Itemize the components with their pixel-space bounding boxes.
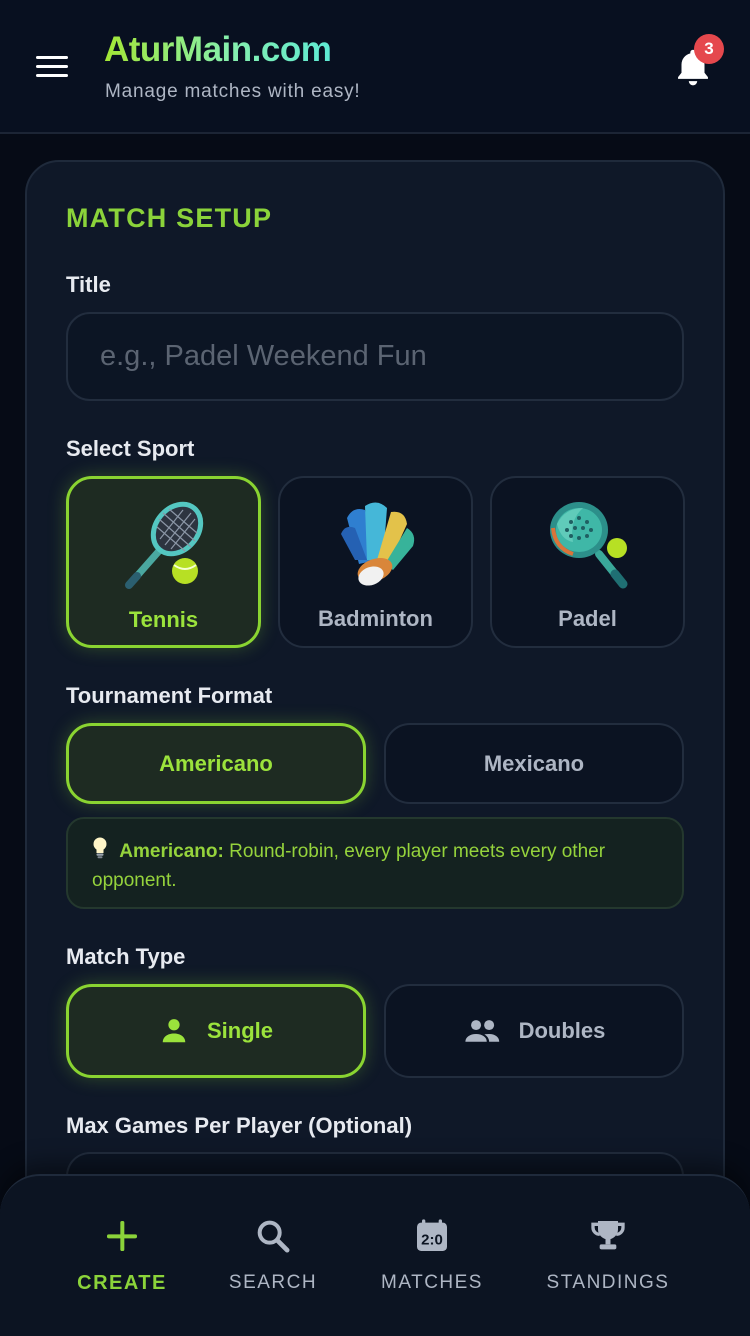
title-input[interactable] (66, 312, 684, 401)
scoreboard-icon: 2:0 (417, 1219, 447, 1251)
nav-item-create[interactable]: CREATE (37, 1216, 207, 1306)
match-type-label-doubles: Doubles (518, 1018, 606, 1043)
format-option-americano[interactable]: Americano (66, 723, 366, 804)
tournament-format-label: Tournament Format (66, 683, 273, 708)
tennis-racket-icon (124, 501, 203, 589)
max-games-label: Max Games Per Player (Optional) (66, 1113, 413, 1138)
nav-item-matches[interactable]: 2:0 MATCHES (347, 1216, 517, 1306)
plus-icon (107, 1221, 137, 1251)
brand-subtitle: Manage matches with easy! (105, 81, 361, 102)
nav-label-standings: STANDINGS (546, 1272, 670, 1293)
section-title: MATCH SETUP (66, 203, 273, 233)
search-icon (257, 1220, 290, 1253)
brand-title: AturMain.com (104, 30, 332, 69)
sport-option-badminton[interactable]: Badminton (278, 476, 473, 648)
app-header: AturMain.com Manage matches with easy! 3 (0, 0, 750, 134)
format-info-box: Americano: Round-robin, every player mee… (66, 817, 684, 909)
match-type-single[interactable]: Single (66, 984, 366, 1078)
nav-label-matches: MATCHES (381, 1272, 483, 1293)
format-info-term: Americano: (119, 841, 224, 862)
sport-option-tennis[interactable]: Tennis (66, 476, 261, 648)
shuttlecock-icon (340, 502, 414, 586)
select-sport-label: Select Sport (66, 436, 195, 461)
person-icon (159, 1016, 189, 1046)
match-type-doubles[interactable]: Doubles (384, 984, 684, 1078)
sport-label-padel: Padel (558, 606, 617, 631)
title-label: Title (66, 272, 111, 297)
nav-item-search[interactable]: SEARCH (188, 1216, 358, 1306)
padel-racket-icon (549, 502, 627, 589)
format-option-mexicano[interactable]: Mexicano (384, 723, 684, 804)
nav-label-search: SEARCH (228, 1272, 318, 1293)
sport-label-badminton: Badminton (318, 606, 433, 631)
trophy-icon (591, 1221, 625, 1250)
nav-item-standings[interactable]: STANDINGS (523, 1216, 693, 1306)
format-label-mexicano: Mexicano (483, 751, 585, 776)
match-type-label: Match Type (66, 944, 186, 969)
match-type-label-single: Single (206, 1018, 273, 1043)
sport-option-padel[interactable]: Padel (490, 476, 685, 648)
hamburger-menu-icon[interactable] (36, 56, 68, 80)
notification-count-badge: 3 (694, 34, 724, 64)
format-label-americano: Americano (159, 751, 273, 776)
people-icon (463, 1016, 501, 1046)
sport-label-tennis: Tennis (128, 607, 199, 632)
lightbulb-icon (92, 837, 119, 862)
svg-text:2:0: 2:0 (421, 1231, 443, 1248)
nav-label-create: CREATE (77, 1272, 167, 1294)
